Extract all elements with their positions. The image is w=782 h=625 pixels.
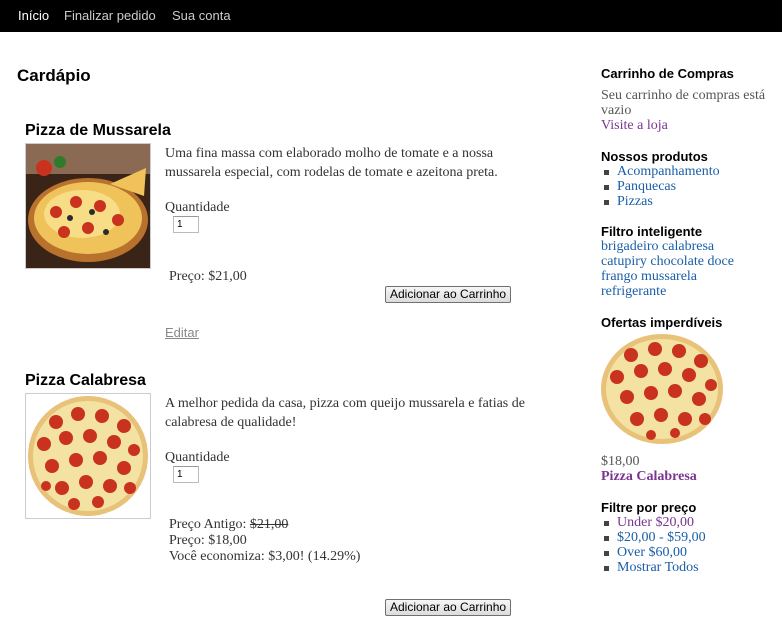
pizza-mussarela-image bbox=[26, 144, 150, 268]
tag-line[interactable]: frango mussarela bbox=[601, 269, 697, 284]
pizza-calabresa-image bbox=[26, 394, 150, 518]
offer-image[interactable] bbox=[601, 333, 723, 445]
cart-title: Carrinho de Compras bbox=[601, 66, 734, 81]
quantity-input[interactable]: 1 bbox=[173, 216, 199, 233]
list-item[interactable]: Panquecas bbox=[601, 179, 720, 194]
pizza-calabresa-offer-image bbox=[601, 334, 723, 444]
quantity-label: Quantidade bbox=[165, 200, 230, 215]
page-title: Cardápio bbox=[17, 66, 91, 85]
product-image-calabresa[interactable] bbox=[25, 393, 151, 519]
cart-empty-text: Seu carrinho de compras está vazio bbox=[601, 88, 766, 118]
list-item[interactable]: Mostrar Todos bbox=[601, 560, 706, 575]
price-filter-list: Under $20,00 $20,00 - $59,00 Over $60,00… bbox=[601, 515, 706, 575]
tag-line[interactable]: catupiry chocolate doce bbox=[601, 254, 734, 269]
tag-line[interactable]: refrigerante bbox=[601, 284, 666, 299]
offer-product-link[interactable]: Pizza Calabresa bbox=[601, 469, 697, 485]
tag-line[interactable]: brigadeiro calabresa bbox=[601, 239, 714, 254]
category-link-acompanhamento[interactable]: Acompanhamento bbox=[617, 164, 720, 179]
add-to-cart-button[interactable]: Adicionar ao Carrinho bbox=[385, 599, 512, 616]
nav-link-inicio[interactable]: Início bbox=[18, 8, 49, 23]
add-to-cart-button[interactable]: Adicionar ao Carrinho bbox=[385, 286, 512, 303]
offer-price: $18,00 bbox=[601, 454, 640, 469]
product-price: Preço: $18,00 bbox=[169, 533, 247, 548]
visit-store-link[interactable]: Visite a loja bbox=[601, 118, 668, 134]
quantity-label: Quantidade bbox=[165, 450, 230, 465]
list-item[interactable]: Over $60,00 bbox=[601, 545, 706, 560]
tag-filter-title: Filtro inteligente bbox=[601, 224, 703, 239]
old-price-label: Preço Antigo: bbox=[169, 517, 247, 532]
price-filter-over-60[interactable]: Over $60,00 bbox=[617, 545, 687, 560]
product-title-calabresa[interactable]: Pizza Calabresa bbox=[25, 372, 146, 390]
product-title-mussarela[interactable]: Pizza de Mussarela bbox=[25, 122, 171, 140]
nav-link-checkout[interactable]: Finalizar pedido bbox=[64, 8, 156, 23]
old-price-line: Preço Antigo: $21,00 bbox=[169, 517, 288, 533]
price-filter-20-59[interactable]: $20,00 - $59,00 bbox=[617, 530, 706, 545]
list-item[interactable]: $20,00 - $59,00 bbox=[601, 530, 706, 545]
list-item[interactable]: Pizzas bbox=[601, 194, 720, 209]
products-title: Nossos produtos bbox=[601, 149, 708, 164]
top-nav-bar: Início Finalizar pedido Sua conta bbox=[0, 0, 782, 32]
list-item[interactable]: Under $20,00 bbox=[601, 515, 706, 530]
quantity-input[interactable]: 1 bbox=[173, 466, 199, 483]
savings-text: Você economiza: $3,00! (14.29%) bbox=[169, 549, 361, 564]
product-price: Preço: $21,00 bbox=[169, 269, 247, 284]
old-price-value: $21,00 bbox=[249, 517, 289, 532]
category-link-pizzas[interactable]: Pizzas bbox=[617, 194, 653, 209]
list-item[interactable]: Acompanhamento bbox=[601, 164, 720, 179]
category-link-panquecas[interactable]: Panquecas bbox=[617, 179, 676, 194]
offers-title: Ofertas imperdíveis bbox=[601, 315, 723, 330]
nav-link-account[interactable]: Sua conta bbox=[172, 8, 231, 23]
edit-link[interactable]: Editar bbox=[165, 325, 199, 340]
price-filter-title: Filtre por preço bbox=[601, 500, 697, 515]
price-filter-show-all[interactable]: Mostrar Todos bbox=[617, 560, 699, 575]
product-description-calabresa: A melhor pedida da casa, pizza com queij… bbox=[165, 396, 525, 430]
products-list: Acompanhamento Panquecas Pizzas bbox=[601, 164, 720, 209]
product-image-mussarela[interactable] bbox=[25, 143, 151, 269]
product-description-mussarela: Uma fina massa com elaborado molho de to… bbox=[165, 146, 498, 180]
price-filter-under-20[interactable]: Under $20,00 bbox=[617, 515, 694, 530]
